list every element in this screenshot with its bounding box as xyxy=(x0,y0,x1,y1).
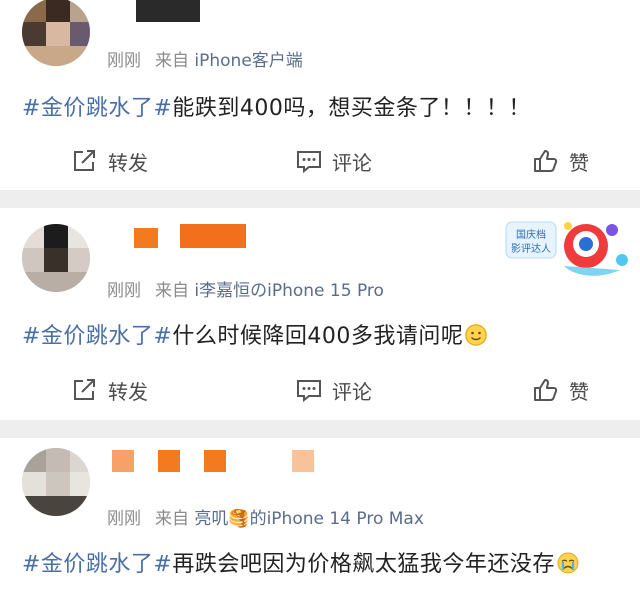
comment-label: 评论 xyxy=(332,379,372,404)
thumbs-up-icon xyxy=(534,150,558,172)
svg-text:国庆档: 国庆档 xyxy=(516,228,546,241)
crying-emoji xyxy=(557,552,579,574)
like-button[interactable]: 赞 xyxy=(533,141,589,181)
like-button[interactable]: 赞 xyxy=(533,370,589,410)
topic-hashtag[interactable]: #金价跳水了# xyxy=(22,96,172,121)
username-redacted[interactable] xyxy=(112,450,316,474)
topic-hashtag[interactable]: #金价跳水了# xyxy=(22,324,172,349)
username-redacted[interactable] xyxy=(134,224,246,250)
action-bar: 转发 评论 赞 xyxy=(0,370,640,410)
source-prefix: 来自 xyxy=(155,51,189,71)
post-card-2: 国庆档 影评达人 刚刚 来自 i李嘉恒のiPhone 15 Pro #金价跳水了#… xyxy=(0,208,640,420)
username-redacted[interactable] xyxy=(136,0,200,22)
post-meta: 刚刚 来自 i李嘉恒のiPhone 15 Pro xyxy=(107,276,384,301)
post-card-1: 刚刚 来自 iPhone客户端 #金价跳水了#能跌到400吗，想买金条了！！！！ … xyxy=(0,0,640,190)
movie-critic-badge[interactable]: 国庆档 影评达人 xyxy=(504,216,632,286)
like-label: 赞 xyxy=(569,379,589,404)
slight-smile-emoji xyxy=(465,324,488,346)
svg-text:影评达人: 影评达人 xyxy=(511,243,551,255)
action-bar: 转发 评论 赞 xyxy=(0,141,640,181)
source-app[interactable]: iPhone客户端 xyxy=(194,51,302,71)
comment-button[interactable]: 评论 xyxy=(296,141,372,181)
source-prefix: 来自 xyxy=(155,509,189,529)
post-meta: 刚刚 来自 iPhone客户端 xyxy=(107,46,303,71)
post-content: #金价跳水了#再跌会吧因为价格飙太猛我今年还没存 xyxy=(22,546,579,578)
like-label: 赞 xyxy=(569,150,589,175)
comment-icon xyxy=(297,151,321,173)
post-meta: 刚刚 来自 亮叽🥞的iPhone 14 Pro Max xyxy=(107,504,424,529)
post-time: 刚刚 xyxy=(107,51,141,71)
topic-hashtag[interactable]: #金价跳水了# xyxy=(22,552,172,577)
thumbs-up-icon xyxy=(534,379,558,401)
post-time: 刚刚 xyxy=(107,281,141,301)
post-time: 刚刚 xyxy=(107,509,141,529)
comment-button[interactable]: 评论 xyxy=(296,370,372,410)
repost-icon xyxy=(74,150,95,171)
comment-icon xyxy=(297,380,321,402)
comment-label: 评论 xyxy=(332,150,372,175)
post-content: #金价跳水了#什么时候降回400多我请问呢 xyxy=(22,318,488,350)
source-app[interactable]: i李嘉恒のiPhone 15 Pro xyxy=(194,281,384,301)
avatar[interactable] xyxy=(22,448,90,516)
post-card-3: 刚刚 来自 亮叽🥞的iPhone 14 Pro Max #金价跳水了#再跌会吧因为… xyxy=(0,438,640,593)
repost-button[interactable]: 转发 xyxy=(72,141,148,181)
avatar[interactable] xyxy=(22,0,90,66)
repost-label: 转发 xyxy=(108,379,148,404)
repost-button[interactable]: 转发 xyxy=(72,370,148,410)
repost-label: 转发 xyxy=(108,150,148,175)
post-text: 什么时候降回400多我请问呢 xyxy=(172,324,464,349)
post-text: 能跌到400吗，想买金条了！！！！ xyxy=(172,96,531,121)
post-divider xyxy=(0,190,640,208)
post-divider xyxy=(0,420,640,438)
source-app[interactable]: 亮叽🥞的iPhone 14 Pro Max xyxy=(194,509,424,529)
source-prefix: 来自 xyxy=(155,281,189,301)
avatar[interactable] xyxy=(22,224,90,292)
post-content: #金价跳水了#能跌到400吗，想买金条了！！！！ xyxy=(22,90,531,122)
post-text: 再跌会吧因为价格飙太猛我今年还没存 xyxy=(172,552,555,577)
repost-icon xyxy=(74,379,95,400)
